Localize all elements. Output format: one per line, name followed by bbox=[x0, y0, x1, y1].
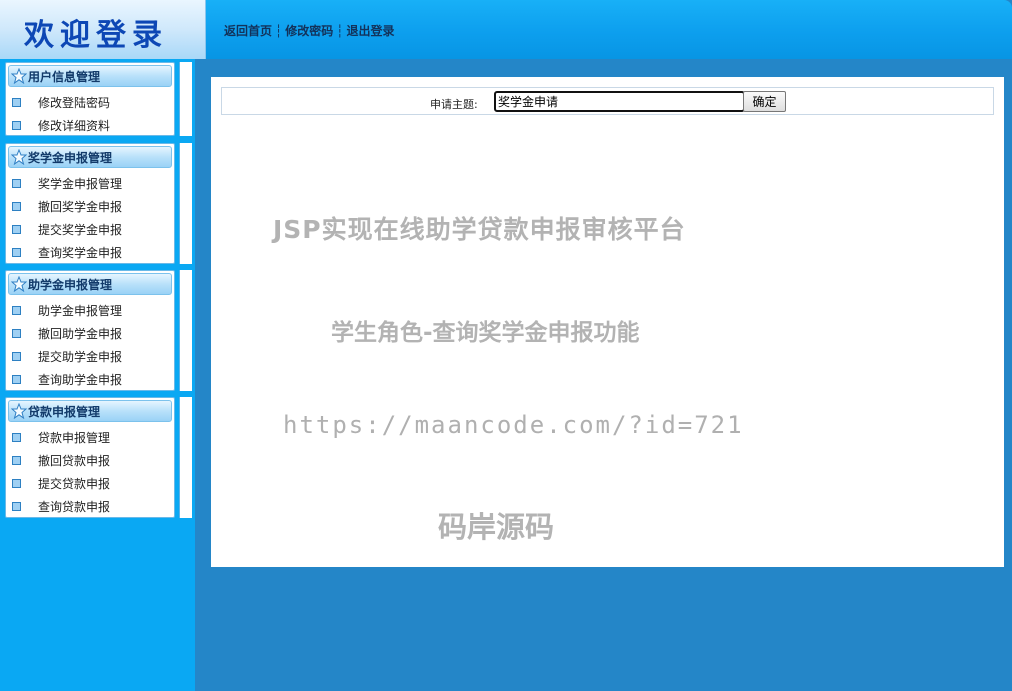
menu-title[interactable]: 奖学金申报管理 bbox=[8, 146, 172, 168]
menu-item-loan-submit[interactable]: 提交贷款申报 bbox=[6, 472, 174, 495]
menu-title-label: 用户信息管理 bbox=[28, 69, 101, 84]
menu-title[interactable]: 助学金申报管理 bbox=[8, 273, 172, 295]
menu-item-label: 撤回贷款申报 bbox=[38, 454, 111, 468]
menu-item-label: 修改详细资料 bbox=[38, 119, 111, 133]
menu-box: 贷款申报管理 贷款申报管理 撤回贷款申报 提交贷款申报 查询贷款申报 bbox=[5, 397, 175, 518]
menu-item-label: 提交助学金申报 bbox=[38, 350, 123, 364]
menu-item-label: 奖学金申报管理 bbox=[38, 177, 123, 191]
square-bullet-icon bbox=[12, 375, 21, 384]
star-icon bbox=[11, 276, 27, 292]
square-bullet-icon bbox=[12, 433, 21, 442]
square-bullet-icon bbox=[12, 98, 21, 107]
menu-title-label: 助学金申报管理 bbox=[28, 277, 113, 292]
menu-box: 奖学金申报管理 奖学金申报管理 撤回奖学金申报 提交奖学金申报 查询奖学金申报 bbox=[5, 143, 175, 264]
menu-item-label: 查询助学金申报 bbox=[38, 373, 123, 387]
nav-separator: ┆ bbox=[336, 24, 344, 38]
square-bullet-icon bbox=[12, 179, 21, 188]
watermark-url: https://maancode.com/?id=721 bbox=[283, 411, 744, 439]
menu-title[interactable]: 贷款申报管理 bbox=[8, 400, 172, 422]
top-nav: 返回首页 ┆ 修改密码 ┆ 退出登录 bbox=[224, 22, 395, 39]
nav-change-password-link[interactable]: 修改密码 bbox=[285, 24, 333, 38]
menu-item-scholarship-manage[interactable]: 奖学金申报管理 bbox=[6, 172, 174, 195]
menu-box: 用户信息管理 修改登陆密码 修改详细资料 bbox=[5, 62, 175, 136]
menu-side-stripe bbox=[179, 397, 192, 518]
menu-side-stripe bbox=[179, 62, 192, 136]
star-icon bbox=[11, 68, 27, 84]
menu-item-scholarship-withdraw[interactable]: 撤回奖学金申报 bbox=[6, 195, 174, 218]
logo-area: 欢迎登录 bbox=[0, 0, 206, 59]
search-form: 申请主题: 确定 bbox=[221, 87, 994, 115]
menu-title[interactable]: 用户信息管理 bbox=[8, 65, 172, 87]
square-bullet-icon bbox=[12, 202, 21, 211]
menu-item-label: 提交奖学金申报 bbox=[38, 223, 123, 237]
watermark-title: JSP实现在线助学贷款申报审核平台 bbox=[273, 215, 686, 244]
square-bullet-icon bbox=[12, 456, 21, 465]
menu-item-grant-manage[interactable]: 助学金申报管理 bbox=[6, 299, 174, 322]
menu-item-label: 撤回助学金申报 bbox=[38, 327, 123, 341]
subject-input[interactable] bbox=[494, 91, 745, 112]
menu-item-grant-withdraw[interactable]: 撤回助学金申报 bbox=[6, 322, 174, 345]
menu-group-user-info: 用户信息管理 修改登陆密码 修改详细资料 bbox=[5, 62, 192, 136]
confirm-button[interactable]: 确定 bbox=[743, 91, 786, 112]
main-content-panel: 申请主题: 确定 JSP实现在线助学贷款申报审核平台 学生角色-查询奖学金申报功… bbox=[211, 77, 1004, 567]
square-bullet-icon bbox=[12, 479, 21, 488]
header: 欢迎登录 返回首页 ┆ 修改密码 ┆ 退出登录 bbox=[0, 0, 1012, 59]
menu-item-label: 修改登陆密码 bbox=[38, 96, 111, 110]
watermark-subtitle: 学生角色-查询奖学金申报功能 bbox=[331, 320, 640, 346]
watermark-brand: 码岸源码 bbox=[438, 510, 555, 544]
sidebar: 用户信息管理 修改登陆密码 修改详细资料 奖学金申报管理 奖学金申报管理 撤回奖… bbox=[0, 59, 195, 691]
star-icon bbox=[11, 403, 27, 419]
menu-item-loan-query[interactable]: 查询贷款申报 bbox=[6, 495, 174, 518]
square-bullet-icon bbox=[12, 352, 21, 361]
menu-group-scholarship: 奖学金申报管理 奖学金申报管理 撤回奖学金申报 提交奖学金申报 查询奖学金申报 bbox=[5, 143, 192, 264]
square-bullet-icon bbox=[12, 248, 21, 257]
square-bullet-icon bbox=[12, 502, 21, 511]
star-icon bbox=[11, 149, 27, 165]
square-bullet-icon bbox=[12, 225, 21, 234]
menu-title-label: 贷款申报管理 bbox=[28, 404, 101, 419]
nav-logout-link[interactable]: 退出登录 bbox=[347, 24, 395, 38]
nav-separator: ┆ bbox=[275, 24, 283, 38]
menu-item-loan-manage[interactable]: 贷款申报管理 bbox=[6, 426, 174, 449]
menu-item-label: 撤回奖学金申报 bbox=[38, 200, 123, 214]
square-bullet-icon bbox=[12, 121, 21, 130]
menu-side-stripe bbox=[179, 270, 192, 391]
menu-item-label: 提交贷款申报 bbox=[38, 477, 111, 491]
square-bullet-icon bbox=[12, 329, 21, 338]
menu-item-edit-profile[interactable]: 修改详细资料 bbox=[6, 114, 174, 137]
menu-item-loan-withdraw[interactable]: 撤回贷款申报 bbox=[6, 449, 174, 472]
menu-item-label: 查询贷款申报 bbox=[38, 500, 111, 514]
menu-group-loan: 贷款申报管理 贷款申报管理 撤回贷款申报 提交贷款申报 查询贷款申报 bbox=[5, 397, 192, 518]
nav-home-link[interactable]: 返回首页 bbox=[224, 24, 272, 38]
menu-item-grant-submit[interactable]: 提交助学金申报 bbox=[6, 345, 174, 368]
menu-item-scholarship-query[interactable]: 查询奖学金申报 bbox=[6, 241, 174, 264]
logo-text: 欢迎登录 bbox=[24, 18, 168, 53]
menu-title-label: 奖学金申报管理 bbox=[28, 150, 113, 165]
menu-item-scholarship-submit[interactable]: 提交奖学金申报 bbox=[6, 218, 174, 241]
menu-item-label: 助学金申报管理 bbox=[38, 304, 123, 318]
subject-label: 申请主题: bbox=[430, 98, 478, 111]
square-bullet-icon bbox=[12, 306, 21, 315]
menu-item-change-login-password[interactable]: 修改登陆密码 bbox=[6, 91, 174, 114]
menu-side-stripe bbox=[179, 143, 192, 264]
menu-item-grant-query[interactable]: 查询助学金申报 bbox=[6, 368, 174, 391]
menu-item-label: 查询奖学金申报 bbox=[38, 246, 123, 260]
menu-box: 助学金申报管理 助学金申报管理 撤回助学金申报 提交助学金申报 查询助学金申报 bbox=[5, 270, 175, 391]
menu-group-grant: 助学金申报管理 助学金申报管理 撤回助学金申报 提交助学金申报 查询助学金申报 bbox=[5, 270, 192, 391]
menu-item-label: 贷款申报管理 bbox=[38, 431, 111, 445]
